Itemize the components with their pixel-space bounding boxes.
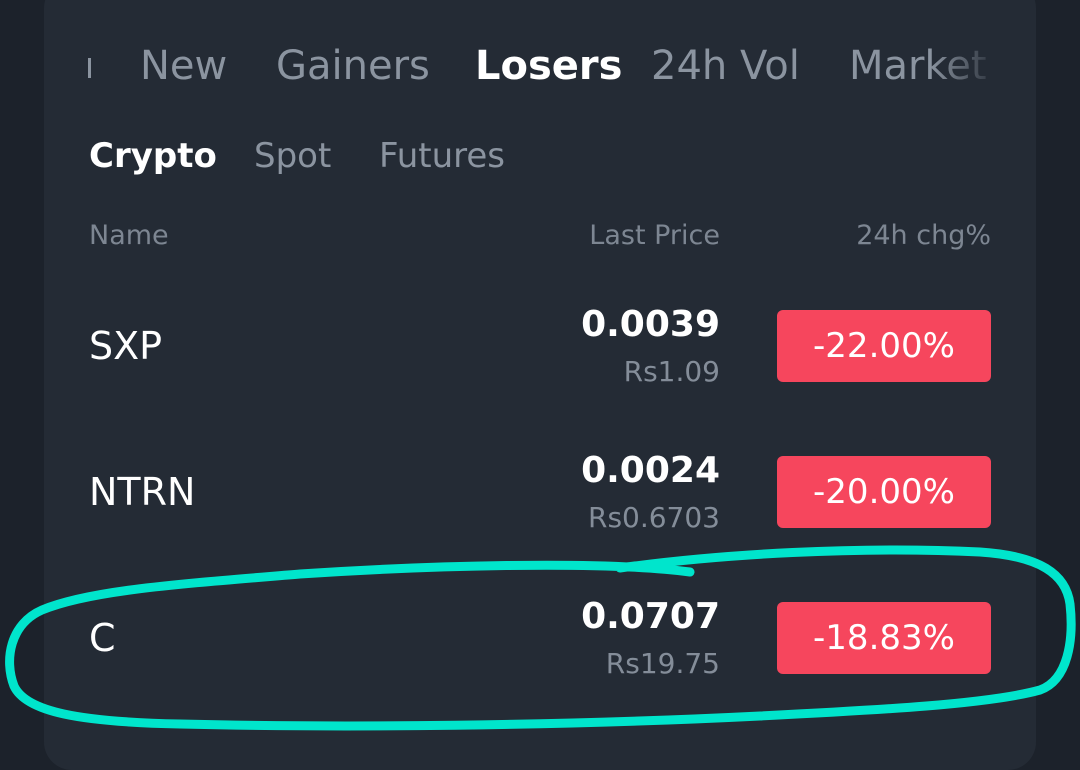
row-symbol: C [89, 616, 116, 660]
change-badge[interactable]: -20.00% [777, 456, 991, 528]
tab-gainers[interactable]: Gainers [276, 38, 430, 94]
row-fiat-price: Rs1.09 [623, 355, 720, 388]
table-row[interactable]: SXP 0.0039 Rs1.09 -22.00% [0, 296, 1080, 416]
row-price: 0.0039 [581, 304, 720, 345]
row-price: 0.0707 [581, 596, 720, 637]
tab-new[interactable]: New [140, 38, 227, 94]
change-badge[interactable]: -22.00% [777, 310, 991, 382]
row-price: 0.0024 [581, 450, 720, 491]
subtab-crypto[interactable]: Crypto [89, 132, 217, 180]
table-row[interactable]: C 0.0707 Rs19.75 -18.83% [0, 588, 1080, 708]
tab-scroll-fade [930, 38, 1000, 94]
subtab-futures[interactable]: Futures [379, 132, 505, 180]
column-header-name[interactable]: Name [89, 218, 169, 254]
row-fiat-price: Rs0.6703 [587, 501, 720, 534]
subtab-spot[interactable]: Spot [254, 132, 331, 180]
row-symbol: NTRN [89, 470, 196, 514]
row-symbol: SXP [89, 324, 163, 368]
table-row[interactable]: NTRN 0.0024 Rs0.6703 -20.00% [0, 442, 1080, 562]
tab-partial-hidden[interactable] [88, 58, 91, 78]
tab-24h-vol[interactable]: 24h Vol [651, 38, 800, 94]
category-tabs: New Gainers Losers 24h Vol Market [0, 38, 1080, 94]
column-header-change[interactable]: 24h chg% [856, 218, 991, 254]
column-header-last-price[interactable]: Last Price [589, 218, 720, 254]
tab-losers[interactable]: Losers [475, 38, 622, 94]
row-fiat-price: Rs19.75 [605, 647, 720, 680]
change-badge[interactable]: -18.83% [777, 602, 991, 674]
market-type-tabs: Crypto Spot Futures [0, 132, 1080, 180]
